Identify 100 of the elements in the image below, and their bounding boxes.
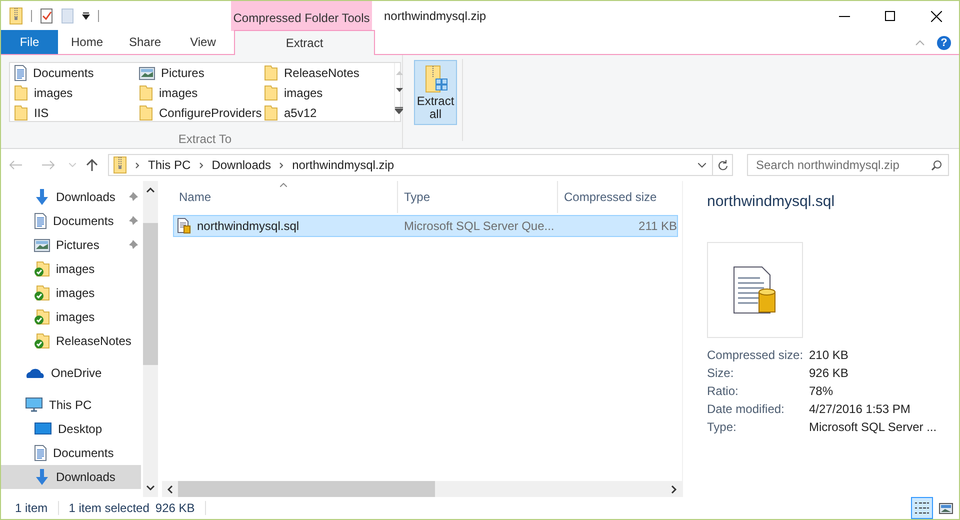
address-bar[interactable]: This PC Downloads northwindmysql.zip — [108, 154, 713, 176]
extract-destination[interactable]: ConfigureProviders — [139, 103, 264, 123]
folder-icon — [264, 105, 278, 121]
zip-folder-icon — [113, 156, 127, 174]
extract-all-button[interactable]: Extract all — [414, 60, 457, 125]
scroll-left-icon[interactable] — [167, 484, 173, 494]
sidebar-item[interactable]: Desktop — [1, 417, 141, 441]
sidebar-item[interactable]: images — [1, 281, 141, 305]
property-label: Ratio: — [707, 382, 740, 400]
refresh-button[interactable] — [713, 154, 733, 176]
sidebar-item[interactable]: Downloads — [1, 465, 141, 489]
column-header[interactable]: Name — [173, 181, 398, 213]
scroll-down-icon[interactable] — [396, 88, 402, 94]
file-type: Microsoft SQL Server Que... — [403, 218, 556, 235]
property-value: 926 KB — [809, 364, 850, 382]
large-icons-view-icon — [939, 502, 953, 514]
sidebar-item[interactable]: images — [1, 257, 141, 281]
address-dropdown-icon[interactable] — [698, 162, 706, 168]
computer-icon — [25, 397, 43, 413]
document-icon — [34, 213, 47, 229]
synced-folder-icon — [34, 261, 50, 277]
chevron-icon — [198, 162, 204, 168]
zip-extract-icon — [424, 65, 448, 95]
sidebar-item[interactable]: ReleaseNotes — [1, 329, 141, 353]
extract-destination[interactable]: images — [139, 83, 264, 103]
sidebar-item[interactable]: Downloads — [1, 185, 141, 209]
extract-destination[interactable]: images — [14, 83, 139, 103]
folder-icon — [139, 105, 153, 121]
column-header[interactable]: Type — [398, 181, 558, 213]
column-header[interactable]: Compressed size — [558, 181, 678, 213]
ribbon-group-label: Extract To — [177, 131, 233, 148]
zip-folder-icon — [9, 7, 23, 25]
sidebar-item[interactable]: OneDrive — [1, 361, 141, 385]
file-tab[interactable]: File — [1, 30, 58, 54]
horizontal-scrollbar[interactable] — [162, 481, 682, 497]
ribbon-tab[interactable]: Share — [116, 30, 174, 54]
scroll-down-icon[interactable] — [146, 485, 155, 491]
download-arrow-icon — [34, 188, 50, 206]
sidebar-item[interactable]: Documents — [1, 441, 141, 465]
chevron-icon — [135, 162, 140, 168]
close-icon — [930, 10, 942, 22]
extract-destination[interactable]: images — [264, 83, 394, 103]
breadcrumb-item[interactable]: This PC — [148, 156, 191, 174]
property-value: 78% — [809, 382, 834, 400]
sort-ascending-icon[interactable] — [280, 183, 287, 187]
chevron-icon — [279, 162, 284, 168]
synced-folder-icon — [34, 333, 50, 349]
document-icon — [34, 445, 47, 461]
status-selection-size: 926 KB — [155, 500, 195, 517]
cloud-icon — [25, 367, 45, 379]
ribbon-tab[interactable]: View — [174, 30, 232, 54]
scroll-right-icon[interactable] — [671, 484, 677, 494]
refresh-icon — [718, 160, 728, 170]
search-icon — [931, 160, 942, 170]
gallery-more-icon[interactable] — [395, 107, 403, 114]
extract-destination[interactable]: ReleaseNotes — [264, 63, 394, 83]
search-field[interactable]: Search northwindmysql.zip — [747, 154, 949, 176]
breadcrumb-item[interactable]: Downloads — [212, 156, 272, 174]
extract-destination[interactable]: IIS — [14, 103, 139, 123]
status-selection: 1 item selected — [68, 500, 150, 517]
property-label: Size: — [707, 364, 735, 382]
status-item-count: 1 item — [15, 500, 48, 517]
property-label: Type: — [707, 418, 738, 436]
desktop-icon — [34, 422, 52, 436]
property-label: Compressed size: — [707, 346, 804, 364]
picture-icon — [34, 238, 50, 252]
sidebar-item[interactable]: Pictures — [1, 233, 141, 257]
property-value: Microsoft SQL Server ... — [809, 418, 938, 436]
property-value: 4/27/2016 1:53 PM — [809, 400, 912, 418]
details-view-icon — [914, 501, 930, 515]
context-tab-group-header: Compressed Folder Tools — [231, 1, 372, 31]
window-title: northwindmysql.zip — [384, 8, 488, 25]
extract-destination[interactable]: Pictures — [139, 63, 264, 83]
ribbon-tab[interactable]: Extract — [234, 30, 375, 55]
dropdown-icon[interactable] — [82, 12, 90, 20]
download-arrow-icon — [34, 468, 50, 486]
help-button[interactable]: ? — [937, 36, 951, 50]
extract-destination[interactable]: Documents — [14, 63, 139, 83]
scrollbar[interactable] — [143, 181, 158, 497]
sidebar-item[interactable]: images — [1, 305, 141, 329]
up-arrow-icon[interactable] — [86, 159, 98, 171]
ribbon-tab[interactable]: Home — [58, 30, 116, 54]
properties-checkmark-icon[interactable] — [40, 8, 53, 24]
sql-file-icon — [733, 266, 777, 314]
folder-icon — [14, 85, 28, 101]
file-compressed-size: 211 KB — [638, 218, 677, 235]
sql-file-icon — [177, 218, 191, 234]
folder-icon — [264, 65, 278, 81]
file-row[interactable]: northwindmysql.sql Microsoft SQL Server Que... 211 KB — [173, 215, 678, 237]
maximize-icon — [885, 11, 895, 21]
extract-destination[interactable]: a5v12 — [264, 103, 394, 123]
property-value: 210 KB — [809, 346, 850, 364]
sidebar-item[interactable]: Documents — [1, 209, 141, 233]
sidebar-item[interactable]: This PC — [1, 393, 141, 417]
folder-icon — [264, 85, 278, 101]
folder-icon — [139, 85, 153, 101]
scroll-up-icon[interactable] — [146, 187, 155, 193]
details-view-button[interactable] — [911, 497, 933, 519]
breadcrumb-item[interactable]: northwindmysql.zip — [292, 156, 394, 174]
details-title: northwindmysql.sql — [707, 192, 836, 212]
